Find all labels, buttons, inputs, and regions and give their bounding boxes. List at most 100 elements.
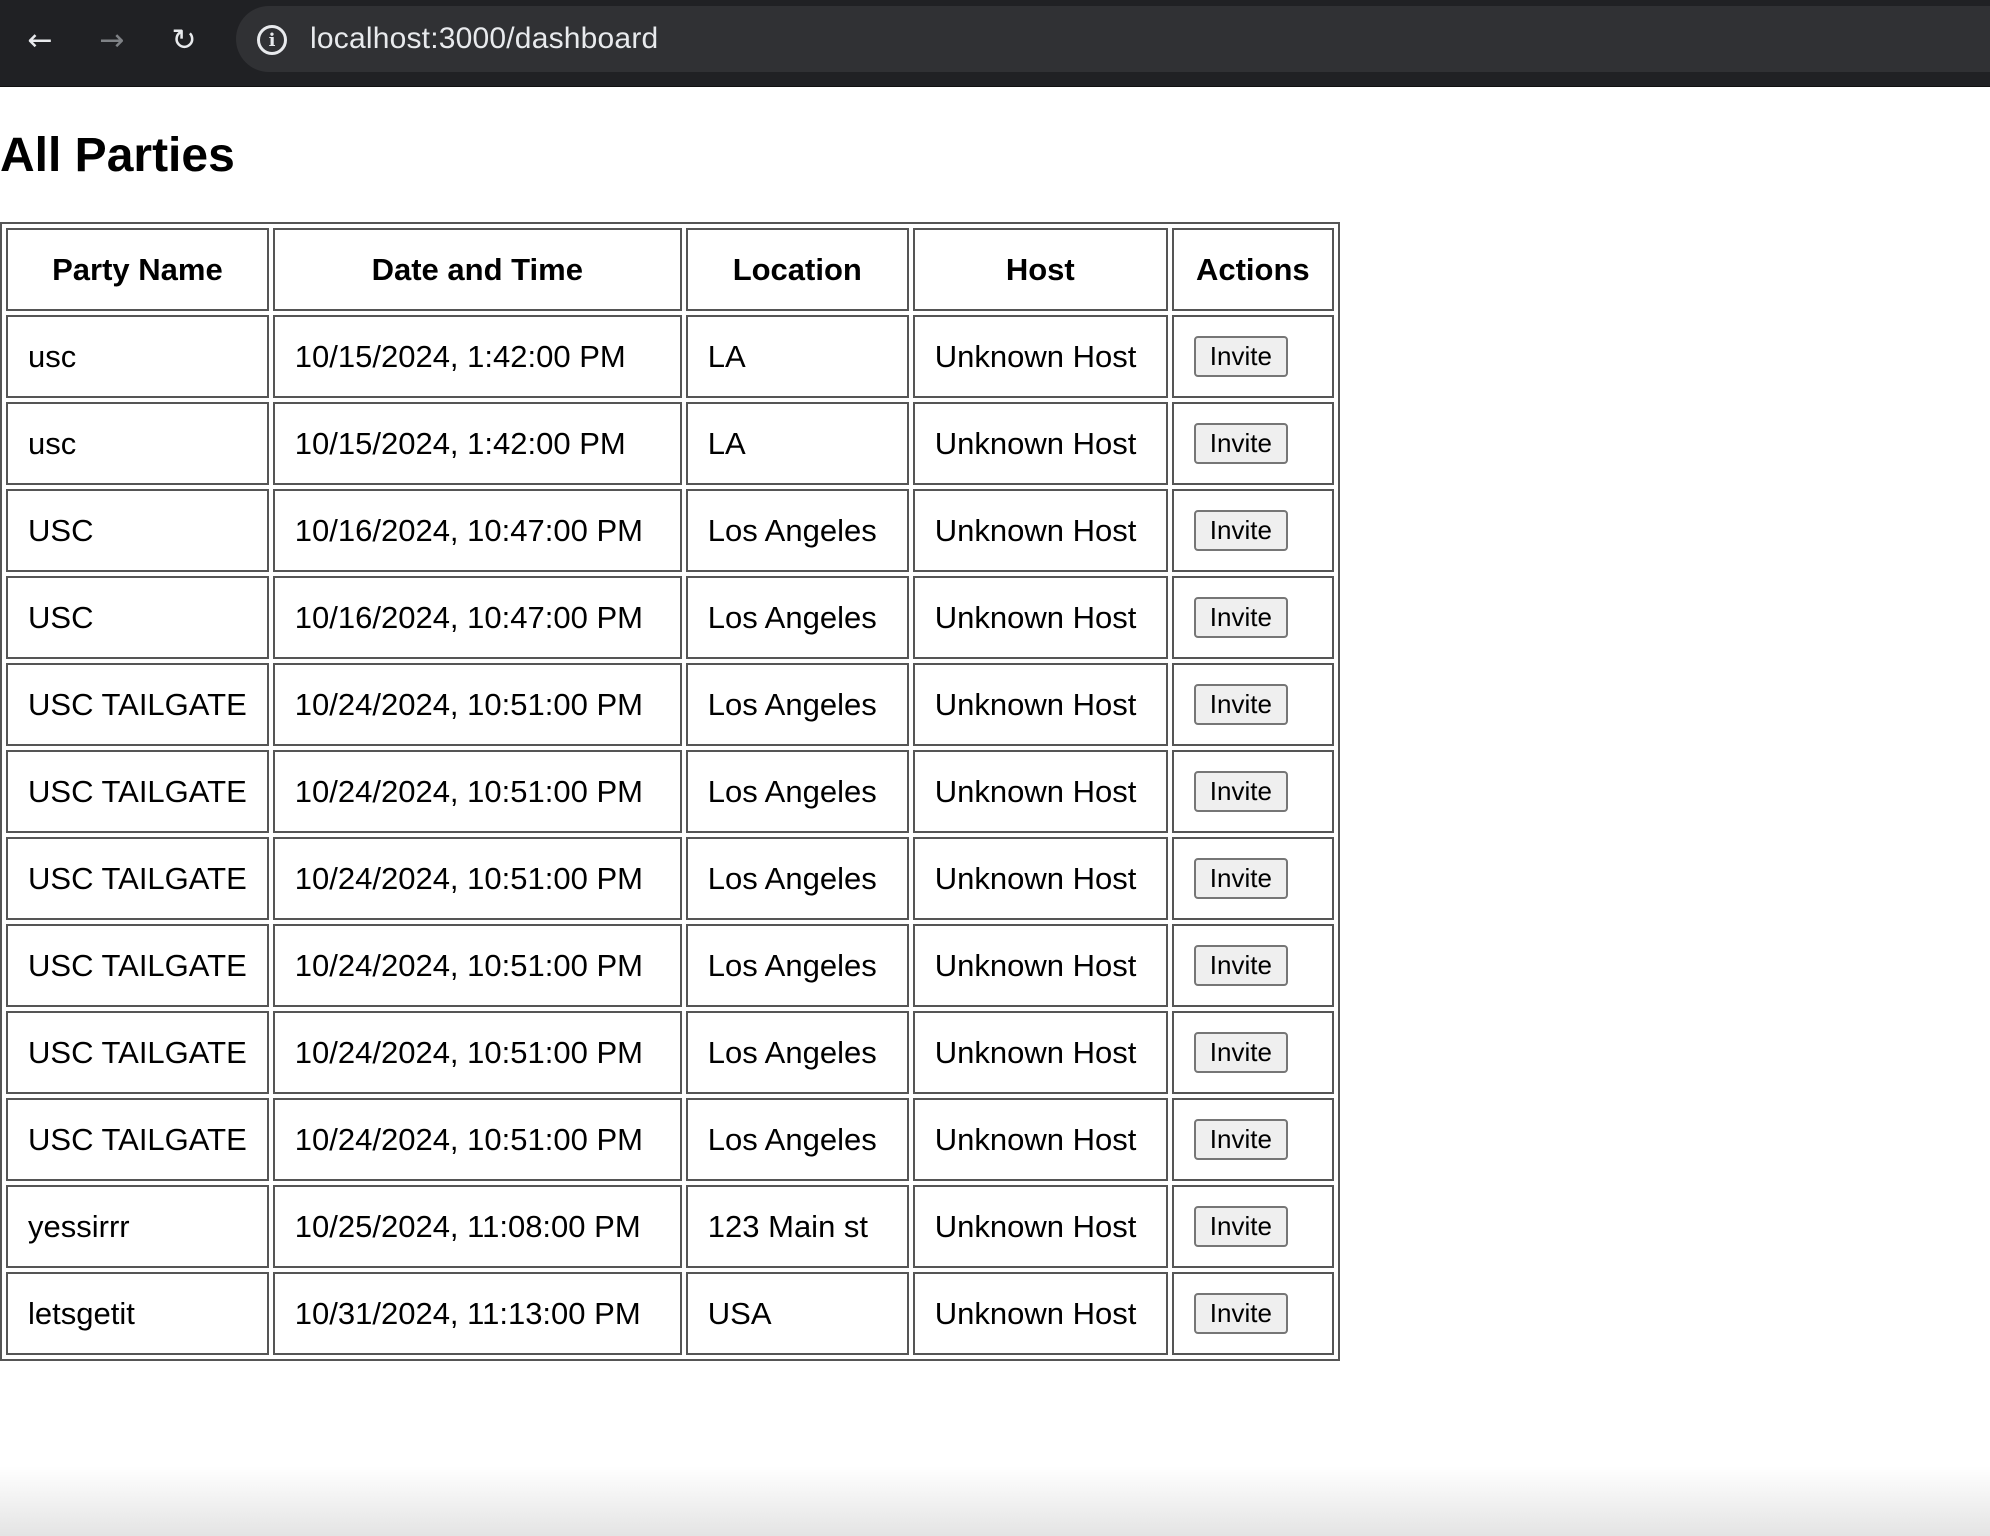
- invite-button[interactable]: Invite: [1193, 1293, 1288, 1334]
- party-name-cell: USC TAILGATE: [6, 837, 269, 920]
- table-row: usc 10/15/2024, 1:42:00 PM LA Unknown Host I…: [6, 315, 1334, 398]
- invite-button[interactable]: Invite: [1193, 945, 1288, 986]
- date-time-cell: 10/24/2024, 10:51:00 PM: [272, 1098, 682, 1181]
- location-cell: Los Angeles: [685, 837, 909, 920]
- host-cell: Unknown Host: [912, 750, 1168, 833]
- bottom-shadow: [0, 1466, 1990, 1536]
- date-time-cell: 10/16/2024, 10:47:00 PM: [272, 576, 682, 659]
- party-name-cell: USC TAILGATE: [6, 924, 269, 1007]
- party-name-cell: USC: [6, 576, 269, 659]
- column-header-actions: Actions: [1171, 228, 1334, 311]
- actions-cell: Invite: [1171, 750, 1334, 833]
- invite-button[interactable]: Invite: [1193, 423, 1288, 464]
- table-row: USC TAILGATE 10/24/2024, 10:51:00 PM Los A…: [6, 1098, 1334, 1181]
- invite-button[interactable]: Invite: [1193, 684, 1288, 725]
- url-text[interactable]: localhost:3000/dashboard: [310, 22, 658, 56]
- host-cell: Unknown Host: [912, 663, 1168, 746]
- date-time-cell: 10/24/2024, 10:51:00 PM: [272, 1011, 682, 1094]
- table-row: USC TAILGATE 10/24/2024, 10:51:00 PM Los A…: [6, 1011, 1334, 1094]
- location-cell: Los Angeles: [685, 489, 909, 572]
- party-name-cell: yessirrr: [6, 1185, 269, 1268]
- table-row: USC 10/16/2024, 10:47:00 PM Los Angeles Unk…: [6, 489, 1334, 572]
- back-arrow-icon[interactable]: ←: [20, 20, 60, 60]
- date-time-cell: 10/24/2024, 10:51:00 PM: [272, 750, 682, 833]
- party-name-cell: USC TAILGATE: [6, 750, 269, 833]
- actions-cell: Invite: [1171, 1011, 1334, 1094]
- actions-cell: Invite: [1171, 1185, 1334, 1268]
- actions-cell: Invite: [1171, 837, 1334, 920]
- table-row: usc 10/15/2024, 1:42:00 PM LA Unknown Host I…: [6, 402, 1334, 485]
- invite-button[interactable]: Invite: [1193, 336, 1288, 377]
- invite-button[interactable]: Invite: [1193, 771, 1288, 812]
- location-cell: Los Angeles: [685, 1011, 909, 1094]
- date-time-cell: 10/15/2024, 1:42:00 PM: [272, 315, 682, 398]
- actions-cell: Invite: [1171, 1272, 1334, 1355]
- table-row: USC TAILGATE 10/24/2024, 10:51:00 PM Los A…: [6, 750, 1334, 833]
- location-cell: 123 Main st: [685, 1185, 909, 1268]
- location-cell: Los Angeles: [685, 924, 909, 1007]
- table-row: USC 10/16/2024, 10:47:00 PM Los Angeles Unk…: [6, 576, 1334, 659]
- actions-cell: Invite: [1171, 576, 1334, 659]
- parties-table: Party Name Date and Time Location Host A…: [0, 222, 1340, 1361]
- reload-icon[interactable]: ↻: [164, 20, 204, 60]
- table-row: letsgetit 10/31/2024, 11:13:00 PM USA Unkno…: [6, 1272, 1334, 1355]
- table-header-row: Party Name Date and Time Location Host A…: [6, 228, 1334, 311]
- page-content: All Parties Party Name Date and Time Loc…: [0, 86, 1990, 1536]
- party-name-cell: USC TAILGATE: [6, 1011, 269, 1094]
- party-name-cell: USC TAILGATE: [6, 663, 269, 746]
- host-cell: Unknown Host: [912, 1011, 1168, 1094]
- date-time-cell: 10/15/2024, 1:42:00 PM: [272, 402, 682, 485]
- location-cell: LA: [685, 402, 909, 485]
- location-cell: Los Angeles: [685, 750, 909, 833]
- column-header-date-time: Date and Time: [272, 228, 682, 311]
- table-row: USC TAILGATE 10/24/2024, 10:51:00 PM Los A…: [6, 837, 1334, 920]
- location-cell: Los Angeles: [685, 663, 909, 746]
- invite-button[interactable]: Invite: [1193, 858, 1288, 899]
- party-name-cell: USC: [6, 489, 269, 572]
- host-cell: Unknown Host: [912, 402, 1168, 485]
- date-time-cell: 10/24/2024, 10:51:00 PM: [272, 924, 682, 1007]
- table-row: yessirrr 10/25/2024, 11:08:00 PM 123 Main …: [6, 1185, 1334, 1268]
- actions-cell: Invite: [1171, 402, 1334, 485]
- date-time-cell: 10/31/2024, 11:13:00 PM: [272, 1272, 682, 1355]
- column-header-location: Location: [685, 228, 909, 311]
- column-header-host: Host: [912, 228, 1168, 311]
- party-name-cell: letsgetit: [6, 1272, 269, 1355]
- invite-button[interactable]: Invite: [1193, 1032, 1288, 1073]
- actions-cell: Invite: [1171, 1098, 1334, 1181]
- host-cell: Unknown Host: [912, 1098, 1168, 1181]
- actions-cell: Invite: [1171, 663, 1334, 746]
- table-row: USC TAILGATE 10/24/2024, 10:51:00 PM Los A…: [6, 924, 1334, 1007]
- invite-button[interactable]: Invite: [1193, 1119, 1288, 1160]
- host-cell: Unknown Host: [912, 576, 1168, 659]
- column-header-party-name: Party Name: [6, 228, 269, 311]
- info-icon[interactable]: i: [257, 25, 287, 55]
- page-title: All Parties: [0, 129, 235, 182]
- address-bar[interactable]: i localhost:3000/dashboard: [236, 6, 1990, 72]
- date-time-cell: 10/24/2024, 10:51:00 PM: [272, 663, 682, 746]
- party-name-cell: USC TAILGATE: [6, 1098, 269, 1181]
- location-cell: Los Angeles: [685, 576, 909, 659]
- actions-cell: Invite: [1171, 489, 1334, 572]
- actions-cell: Invite: [1171, 315, 1334, 398]
- host-cell: Unknown Host: [912, 924, 1168, 1007]
- location-cell: Los Angeles: [685, 1098, 909, 1181]
- party-name-cell: usc: [6, 402, 269, 485]
- invite-button[interactable]: Invite: [1193, 510, 1288, 551]
- table-row: USC TAILGATE 10/24/2024, 10:51:00 PM Los A…: [6, 663, 1334, 746]
- date-time-cell: 10/24/2024, 10:51:00 PM: [272, 837, 682, 920]
- location-cell: LA: [685, 315, 909, 398]
- browser-toolbar: ← → ↻ i localhost:3000/dashboard: [0, 0, 1990, 87]
- date-time-cell: 10/16/2024, 10:47:00 PM: [272, 489, 682, 572]
- actions-cell: Invite: [1171, 924, 1334, 1007]
- party-name-cell: usc: [6, 315, 269, 398]
- host-cell: Unknown Host: [912, 315, 1168, 398]
- host-cell: Unknown Host: [912, 1185, 1168, 1268]
- location-cell: USA: [685, 1272, 909, 1355]
- host-cell: Unknown Host: [912, 837, 1168, 920]
- date-time-cell: 10/25/2024, 11:08:00 PM: [272, 1185, 682, 1268]
- invite-button[interactable]: Invite: [1193, 1206, 1288, 1247]
- invite-button[interactable]: Invite: [1193, 597, 1288, 638]
- host-cell: Unknown Host: [912, 489, 1168, 572]
- forward-arrow-icon[interactable]: →: [92, 20, 132, 60]
